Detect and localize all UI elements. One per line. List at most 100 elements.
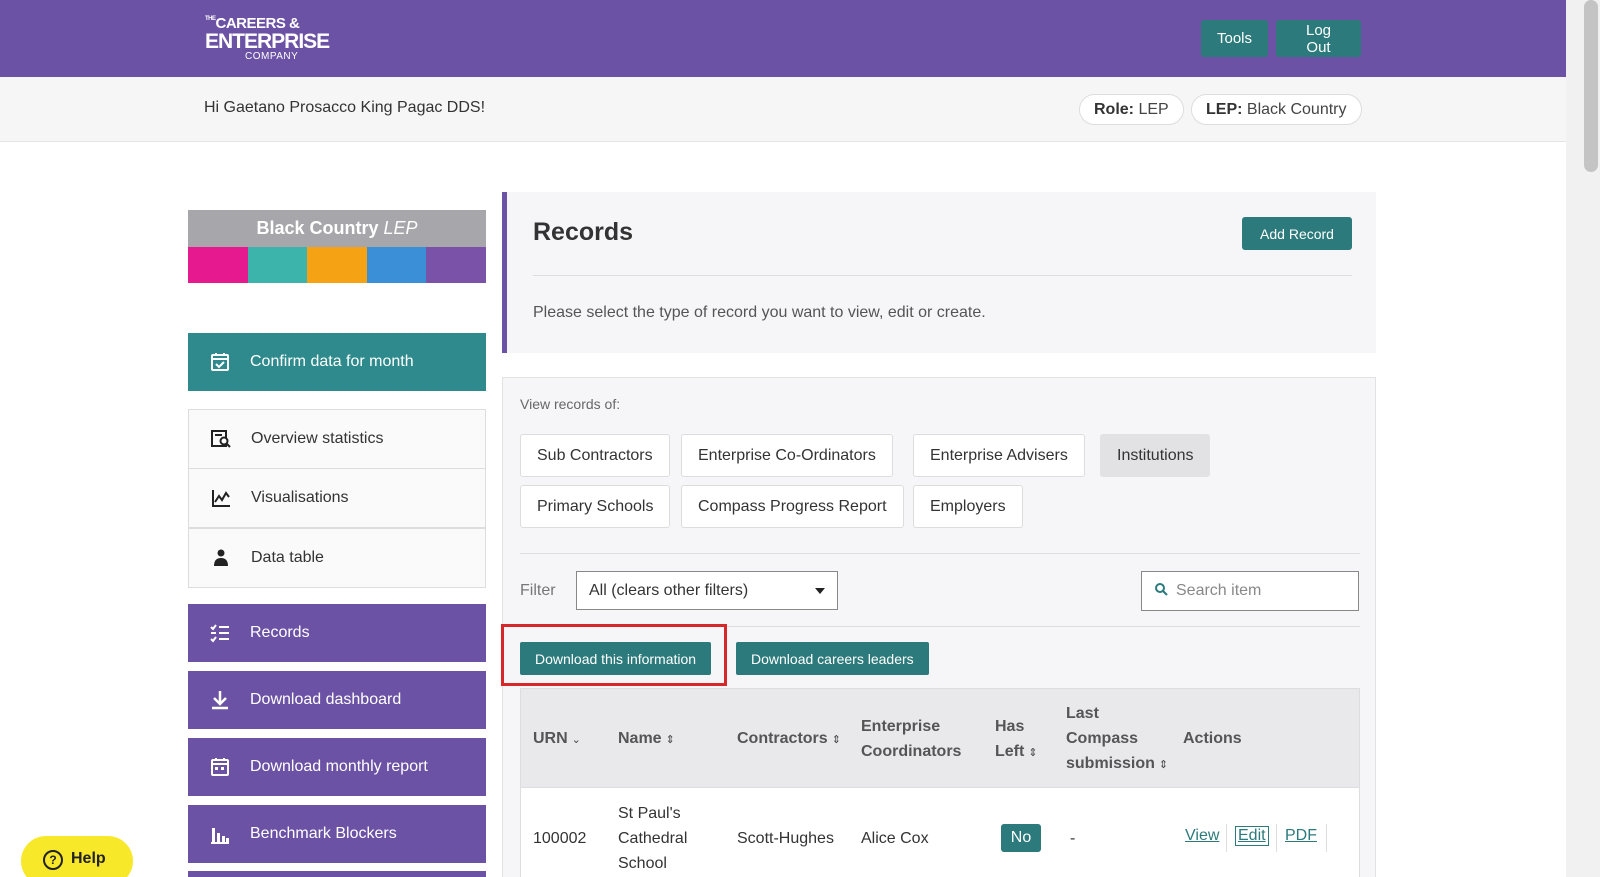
sidebar-item-next[interactable]	[188, 871, 486, 877]
top-navbar: THECAREERS & ENTERPRISE COMPANY Tools Lo…	[0, 0, 1566, 77]
column-header-urn[interactable]: URN ⌄	[533, 726, 581, 753]
chevron-down-icon: ⌄	[571, 734, 581, 746]
cell-name: St Paul's Cathedral School	[618, 801, 687, 876]
confirm-data-button[interactable]: Confirm data for month	[188, 333, 486, 391]
view-link[interactable]: View	[1185, 827, 1219, 845]
confirm-data-label: Confirm data for month	[250, 353, 414, 370]
type-enterprise-advisers[interactable]: Enterprise Advisers	[913, 434, 1085, 477]
sidebar-item-label: Benchmark Blockers	[250, 825, 397, 842]
edit-link[interactable]: Edit	[1235, 826, 1269, 846]
type-compass-progress-report[interactable]: Compass Progress Report	[681, 485, 904, 528]
sort-icon: ⇕	[1158, 759, 1169, 771]
contractors-header-text: Contractors	[737, 730, 828, 747]
overview-stats-icon	[209, 427, 233, 451]
sidebar-item-records[interactable]: Records	[188, 604, 486, 662]
records-list-panel: View records of: Sub Contractors Enterpr…	[501, 377, 1376, 877]
question-icon: ?	[43, 850, 63, 870]
filter-select[interactable]: All (clears other filters)	[576, 571, 838, 610]
sidebar-item-label: Overview statistics	[251, 430, 384, 447]
bar-chart-icon	[208, 822, 232, 846]
page-scrollbar-thumb[interactable]	[1584, 0, 1598, 172]
help-label: Help	[71, 850, 106, 867]
lep-logo-stripes	[188, 247, 486, 283]
name-line3: School	[618, 855, 667, 872]
lep-key: LEP:	[1206, 101, 1243, 118]
sidebar-item-benchmark-blockers[interactable]: Benchmark Blockers	[188, 805, 486, 863]
column-header-contractors[interactable]: Contractors ⇕	[737, 726, 841, 753]
stripe-teal	[247, 247, 308, 283]
download-careers-leaders-button[interactable]: Download careers leaders	[736, 642, 929, 675]
name-line2: Cathedral	[618, 830, 688, 847]
type-employers[interactable]: Employers	[913, 485, 1023, 528]
role-value: LEP	[1138, 101, 1169, 118]
logo-line3: COMPANY	[245, 51, 299, 62]
column-header-last-compass[interactable]: Last Compass submission ⇕	[1066, 701, 1168, 778]
user-info-bar: Hi Gaetano Prosacco King Pagac DDS! Role…	[0, 77, 1566, 142]
name-line1: St Paul's	[618, 805, 681, 822]
search-input[interactable]: Search item	[1141, 571, 1359, 611]
column-header-has-left[interactable]: Has Left ⇕	[995, 714, 1038, 766]
list-check-icon	[208, 621, 232, 645]
calendar-check-icon	[208, 350, 232, 374]
help-button[interactable]: ? Help	[21, 836, 133, 877]
stripe-orange	[307, 247, 367, 283]
cell-contractors: Scott-Hughes	[737, 830, 834, 847]
compass-header-line1: Last	[1066, 705, 1099, 722]
records-header-panel: Records Add Record Please select the typ…	[502, 192, 1376, 353]
search-placeholder: Search item	[1176, 582, 1262, 599]
download-this-information-button[interactable]: Download this information	[520, 642, 712, 675]
role-key: Role:	[1094, 101, 1134, 118]
table-header: URN ⌄ Name ⇕ Contractors ⇕ Enterprise Coord…	[520, 688, 1360, 788]
type-primary-schools[interactable]: Primary Schools	[520, 485, 671, 528]
sidebar-item-download-monthly-report[interactable]: Download monthly report	[188, 738, 486, 796]
sort-icon: ⇕	[831, 734, 841, 746]
lep-logo-suffix: LEP	[383, 218, 418, 238]
column-header-name[interactable]: Name ⇕	[618, 726, 675, 753]
download-icon	[208, 688, 232, 712]
page-title: Records	[533, 218, 634, 246]
chevron-down-icon	[815, 587, 825, 594]
sort-icon: ⇕	[1028, 747, 1038, 759]
type-sub-contractors[interactable]: Sub Contractors	[520, 434, 670, 477]
sidebar-item-data-table[interactable]: Data table	[188, 528, 486, 588]
urn-header-text: URN	[533, 730, 568, 747]
sidebar-item-visualisations[interactable]: Visualisations	[188, 468, 486, 528]
logout-button[interactable]: Log Out	[1276, 20, 1361, 57]
sidebar-item-download-dashboard[interactable]: Download dashboard	[188, 671, 486, 729]
careers-enterprise-logo[interactable]: THECAREERS & ENTERPRISE COMPANY	[205, 16, 330, 62]
column-header-actions: Actions	[1183, 730, 1242, 747]
stripe-pink	[188, 247, 248, 283]
sort-icon: ⇕	[665, 734, 675, 746]
lep-logo-name: Black Country	[256, 218, 379, 238]
greeting-text: Hi Gaetano Prosacco King Pagac DDS!	[204, 99, 486, 116]
sidebar-item-label: Download dashboard	[250, 691, 402, 708]
type-enterprise-coordinators[interactable]: Enterprise Co-Ordinators	[681, 434, 893, 477]
sidebar-item-label: Data table	[251, 549, 324, 566]
has-left-badge: No	[1001, 824, 1041, 852]
view-records-of-label: View records of:	[520, 396, 621, 412]
column-header-enterprise-coordinators: Enterprise Coordinators	[861, 714, 961, 764]
divider	[1276, 824, 1277, 852]
black-country-lep-logo: Black Country LEP	[188, 210, 486, 283]
divider	[1326, 824, 1327, 852]
coord-header-line1: Enterprise	[861, 718, 941, 735]
add-record-button[interactable]: Add Record	[1242, 217, 1352, 250]
role-pill: Role: LEP	[1079, 94, 1184, 125]
logo-the: THE	[205, 16, 216, 22]
filter-selected-value: All (clears other filters)	[589, 581, 749, 599]
stripe-blue	[366, 247, 427, 283]
divider	[533, 275, 1352, 276]
logo-line2: ENTERPRISE	[205, 30, 330, 53]
tools-button[interactable]: Tools	[1201, 20, 1268, 57]
sidebar-item-overview-statistics[interactable]: Overview statistics	[188, 409, 486, 469]
hasleft-header-line1: Has	[995, 718, 1025, 735]
cell-urn: 100002	[533, 830, 587, 847]
search-icon	[1154, 582, 1168, 601]
coord-header-line2: Coordinators	[861, 743, 962, 760]
person-table-icon	[209, 546, 233, 570]
pdf-link[interactable]: PDF	[1285, 827, 1317, 845]
type-institutions[interactable]: Institutions	[1100, 434, 1211, 477]
records-description: Please select the type of record you wan…	[533, 304, 986, 321]
hasleft-header-line2: Left	[995, 743, 1025, 760]
compass-header-line3: submission	[1066, 755, 1155, 772]
